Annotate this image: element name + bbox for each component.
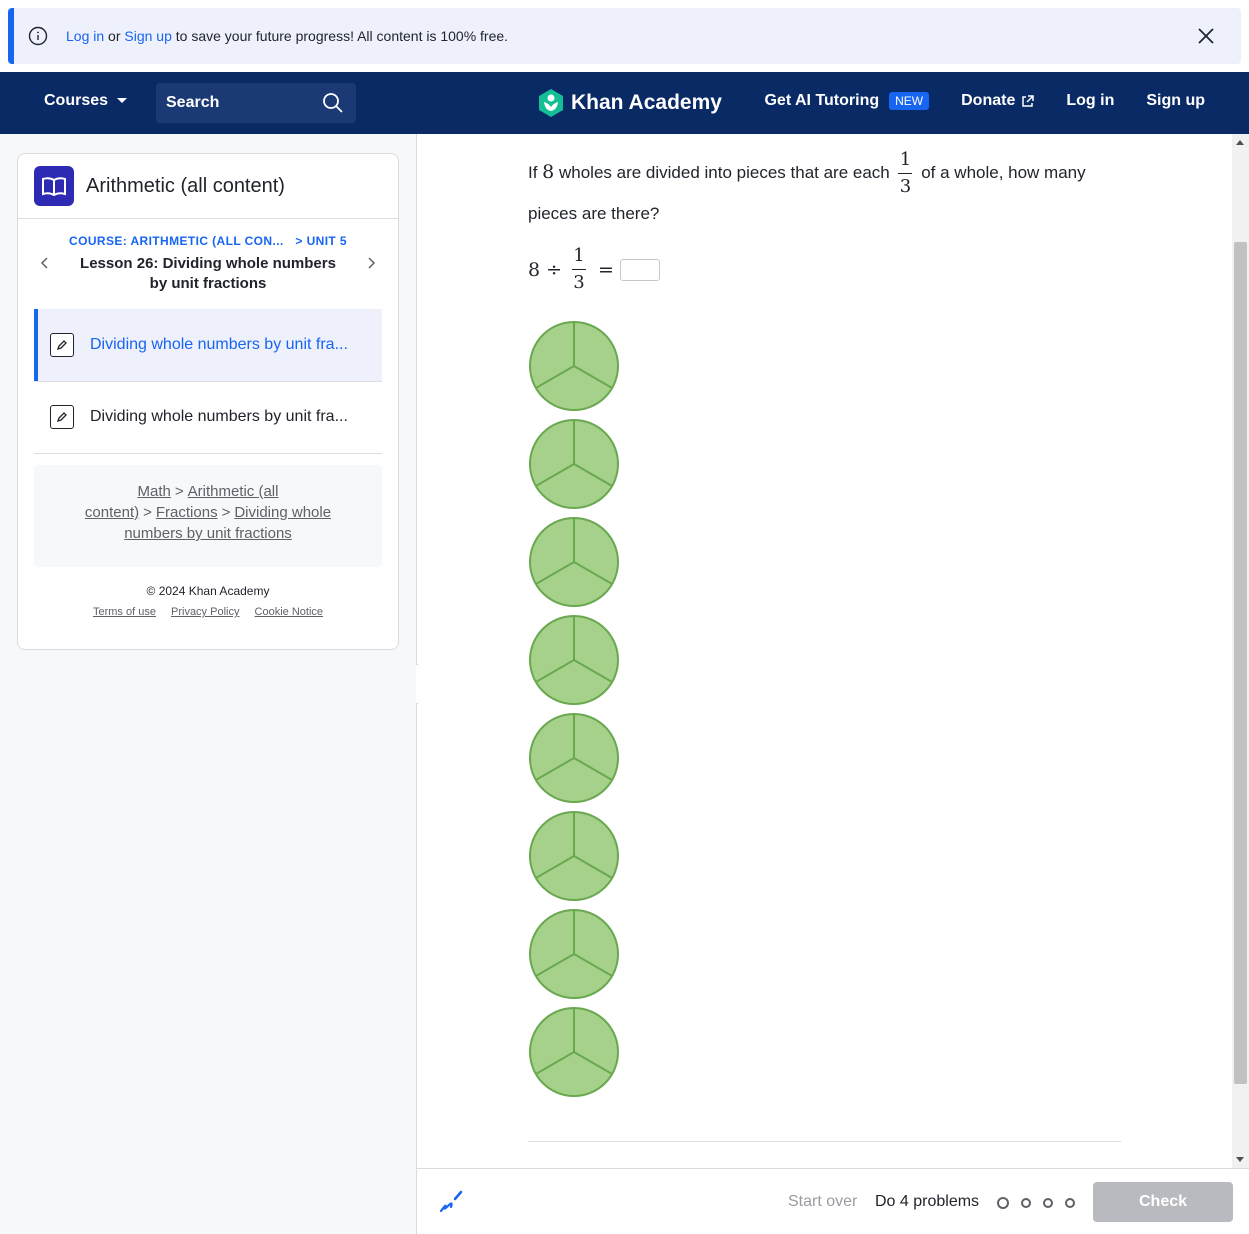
whole-circles [528,320,620,1104]
pencil-icon [50,405,74,429]
terms-link[interactable]: Terms of use [93,606,156,618]
ai-tutoring-link[interactable]: Get AI Tutoring NEW [764,92,930,110]
breadcrumb-separator: > [221,504,231,521]
banner-message-text: to save your future progress! All conten… [171,28,509,44]
external-link-icon [1022,94,1035,107]
whole-circle [528,712,620,804]
whole-circle [528,418,620,510]
fraction-numerator: 1 [899,149,912,170]
exercise-item[interactable]: Dividing whole numbers by unit fra... [34,381,382,453]
start-over-button[interactable]: Start over [788,1193,857,1211]
signup-banner: Log in or Sign up to save your future pr… [8,8,1241,64]
chevron-left-icon[interactable] [38,256,52,270]
equals-sign: = [598,258,614,281]
divider [528,1141,1121,1142]
equation-left: 8 [528,258,541,281]
progress-dot [1043,1198,1053,1208]
banner-signup-link[interactable]: Sign up [124,28,171,44]
banner-or-text: or [104,28,125,44]
banner-message: Log in or Sign up to save your future pr… [66,28,508,44]
scratchpad-icon[interactable] [437,1189,465,1215]
question-part: wholes are divided into pieces that are … [554,162,895,182]
whole-circle [528,320,620,412]
signup-link[interactable]: Sign up [1146,92,1205,110]
close-icon[interactable] [1195,25,1217,47]
whole-circle [528,810,620,902]
login-link[interactable]: Log in [1066,92,1114,110]
breadcrumb-separator: > [174,483,184,500]
scrollbar[interactable] [1232,134,1249,1168]
course-header: Arithmetic (all content) [18,154,398,219]
exercise-area: If 8 wholes are divided into pieces that… [418,134,1232,1168]
question-part: If [528,162,543,182]
breadcrumb-fractions[interactable]: Fractions [156,504,218,521]
chevron-right-icon[interactable] [364,256,378,270]
khan-academy-logo[interactable]: Khan Academy [537,88,722,118]
course-card: Arithmetic (all content) COURSE: ARITHME… [17,153,399,650]
pencil-icon [50,333,74,357]
breadcrumb-separator: > [143,504,152,521]
courses-label: Courses [44,92,109,109]
footer-links: Terms of use Privacy Policy Cookie Notic… [18,606,398,618]
fraction-numerator: 1 [573,245,585,266]
lesson-breadcrumb[interactable]: COURSE: ARITHMETIC (ALL CON... > UNIT 5 [18,234,398,248]
info-icon [28,26,48,46]
scrollbar-thumb[interactable] [1234,242,1247,1084]
scroll-down-arrow[interactable] [1236,1157,1244,1162]
exercise-item-active[interactable]: Dividing whole numbers by unit fra... [34,309,382,381]
courses-menu-button[interactable]: Courses [44,92,128,110]
exercise-label: Dividing whole numbers by unit fra... [90,336,348,353]
cookie-link[interactable]: Cookie Notice [255,606,323,618]
exercise-label: Dividing whole numbers by unit fra... [90,408,348,425]
whole-circle [528,614,620,706]
ai-tutoring-label: Get AI Tutoring [764,92,880,109]
lesson-crumb-unit[interactable]: > UNIT 5 [295,234,347,248]
equation: 8 ÷ 13 = [528,246,660,293]
new-badge: NEW [889,92,930,110]
progress-dot [1065,1198,1075,1208]
question-text: If 8 wholes are divided into pieces that… [528,150,1122,231]
privacy-link[interactable]: Privacy Policy [171,606,239,618]
search-input[interactable] [166,94,316,112]
divider [34,453,382,454]
do-problems-label: Do 4 problems [875,1193,980,1210]
donate-link[interactable]: Donate [961,92,1035,110]
answer-input[interactable] [619,258,660,281]
logo-text: Khan Academy [571,91,722,114]
header-right-nav: Get AI Tutoring NEW Donate Log in Sign u… [764,92,1205,110]
progress-dots [997,1197,1075,1209]
lesson-title: Lesson 26: Dividing whole numbers by uni… [80,255,336,292]
left-sidebar: Arithmetic (all content) COURSE: ARITHME… [0,134,417,1234]
copyright-text: © 2024 Khan Academy [146,584,270,598]
chevron-down-icon [117,98,128,103]
whole-circle [528,1006,620,1098]
fraction-denominator: 3 [899,176,912,197]
search-box[interactable] [156,83,356,123]
question-whole-count: 8 [542,160,555,183]
logo-icon [539,89,563,117]
progress-dot [997,1197,1009,1209]
divide-sign: ÷ [546,258,563,281]
search-icon[interactable] [322,92,344,114]
course-title[interactable]: Arithmetic (all content) [86,175,285,198]
banner-login-link[interactable]: Log in [66,28,104,44]
scroll-up-arrow[interactable] [1236,140,1244,145]
unit-fraction: 13 [898,149,913,197]
top-nav: Courses Khan Academy Get AI Tutoring NEW… [0,72,1249,134]
check-button[interactable]: Check [1093,1182,1233,1222]
exercise-footer: Start over Do 4 problems Check [417,1168,1249,1234]
breadcrumb-math[interactable]: Math [138,483,171,500]
progress-dot [1021,1198,1031,1208]
whole-circle [528,908,620,1000]
donate-label: Donate [961,92,1016,109]
lesson-crumb-course[interactable]: COURSE: ARITHMETIC (ALL CON... [69,234,284,248]
whole-circle [528,516,620,608]
lesson-navigator: COURSE: ARITHMETIC (ALL CON... > UNIT 5 … [18,234,398,294]
topic-breadcrumb: Math > Arithmetic (all content) > Fractions >… [34,465,382,567]
equation-fraction: 13 [572,245,587,293]
fraction-denominator: 3 [573,272,585,293]
book-icon [34,166,74,206]
